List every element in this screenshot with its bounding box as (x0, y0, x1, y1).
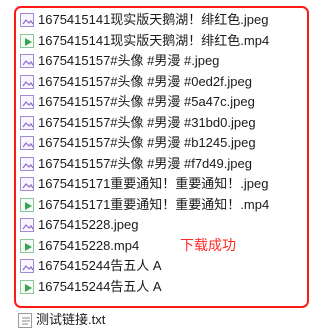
file-name: 1675415157#头像 #男漫 #b1245.jpeg (38, 135, 256, 151)
file-name: 1675415171重要通知！重要通知！.mp4 (38, 196, 270, 212)
file-row[interactable]: 1675415244告五人 A (20, 277, 300, 298)
file-row[interactable]: 1675415228.jpeg (20, 215, 300, 236)
file-row[interactable]: 1675415157#头像 #男漫 #.jpeg (20, 51, 300, 72)
file-row[interactable]: 1675415228.mp4 (20, 236, 300, 257)
video-file-icon (20, 279, 34, 294)
file-row[interactable]: 1675415157#头像 #男漫 #0ed2f.jpeg (20, 72, 300, 93)
file-name: 1675415141现实版天鹅湖！绯红色.mp4 (38, 32, 270, 48)
file-name: 1675415157#头像 #男漫 #.jpeg (38, 53, 220, 69)
file-name: 1675415244告五人 A (38, 278, 162, 294)
file-row[interactable]: 1675415157#头像 #男漫 #31bd0.jpeg (20, 113, 300, 134)
file-name: 1675415141现实版天鹅湖！绯红色.jpeg (38, 12, 269, 28)
file-row[interactable]: 1675415141现实版天鹅湖！绯红色.mp4 (20, 31, 300, 52)
file-name: 1675415157#头像 #男漫 #f7d49.jpeg (38, 155, 252, 171)
file-name: 1675415157#头像 #男漫 #5a47c.jpeg (38, 94, 255, 110)
file-row[interactable]: 1675415157#头像 #男漫 #b1245.jpeg (20, 133, 300, 154)
file-row[interactable]: 1675415171重要通知！重要通知！.mp4 (20, 195, 300, 216)
image-file-icon (20, 136, 34, 151)
video-file-icon (20, 238, 34, 253)
file-name: 1675415228.mp4 (38, 237, 140, 253)
image-file-icon (20, 156, 34, 171)
image-file-icon (20, 218, 34, 233)
image-file-icon (20, 54, 34, 69)
text-file-icon (18, 312, 32, 328)
file-row[interactable]: 1675415171重要通知！重要通知！.jpeg (20, 174, 300, 195)
file-name: 1675415244告五人 A (38, 258, 162, 274)
video-file-icon (20, 197, 34, 212)
image-file-icon (20, 74, 34, 89)
image-file-icon (20, 115, 34, 130)
file-name: 1675415157#头像 #男漫 #31bd0.jpeg (38, 114, 256, 130)
image-file-icon (20, 177, 34, 192)
file-name: 1675415157#头像 #男漫 #0ed2f.jpeg (38, 73, 252, 89)
file-row[interactable]: 1675415157#头像 #男漫 #5a47c.jpeg (20, 92, 300, 113)
image-file-icon (20, 95, 34, 110)
file-row-text[interactable]: 测试链接.txt (18, 310, 105, 329)
download-success-label: 下载成功 (180, 238, 236, 254)
video-file-icon (20, 33, 34, 48)
file-name: 1675415228.jpeg (38, 217, 139, 233)
image-file-icon (20, 259, 34, 274)
file-row[interactable]: 1675415157#头像 #男漫 #f7d49.jpeg (20, 154, 300, 175)
file-name: 1675415171重要通知！重要通知！.jpeg (38, 176, 269, 192)
file-row[interactable]: 1675415244告五人 A (20, 256, 300, 277)
file-name: 测试链接.txt (36, 312, 106, 327)
file-list: 1675415141现实版天鹅湖！绯红色.jpeg 1675415141现实版天鹅… (20, 10, 300, 297)
file-explorer-view: 1675415141现实版天鹅湖！绯红色.jpeg 1675415141现实版天鹅… (0, 0, 335, 329)
image-file-icon (20, 13, 34, 28)
file-row[interactable]: 1675415141现实版天鹅湖！绯红色.jpeg (20, 10, 300, 31)
